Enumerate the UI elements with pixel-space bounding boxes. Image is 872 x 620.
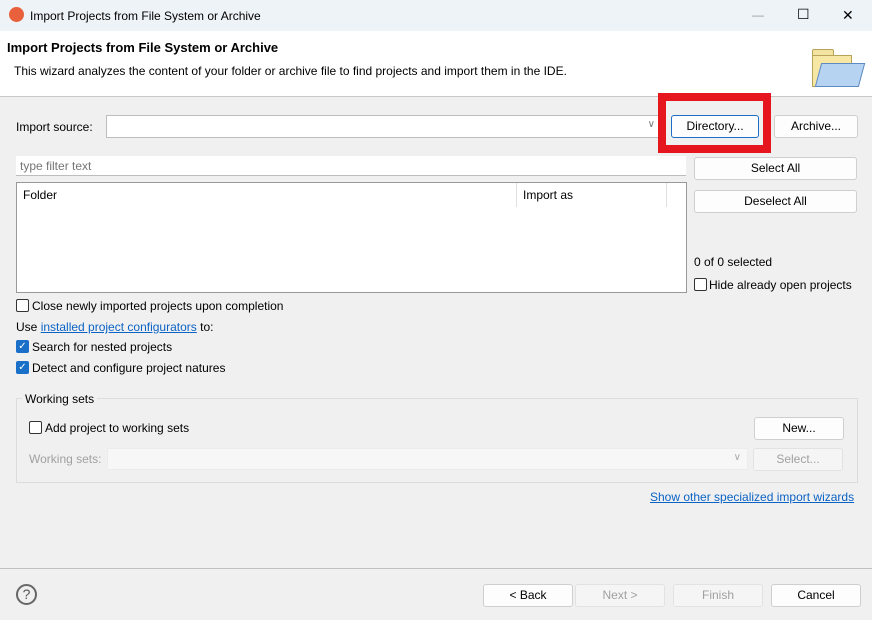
detect-natures-label[interactable]: Detect and configure project natures <box>32 361 225 375</box>
next-button[interactable]: Next > <box>575 584 665 607</box>
footer-divider <box>0 568 872 569</box>
app-icon <box>9 7 24 22</box>
cancel-button[interactable]: Cancel <box>771 584 861 607</box>
hide-open-label[interactable]: Hide already open projects <box>709 278 852 292</box>
close-after-label[interactable]: Close newly imported projects upon compl… <box>32 299 283 313</box>
search-nested-label[interactable]: Search for nested projects <box>32 340 172 354</box>
close-icon[interactable]: ✕ <box>842 7 854 24</box>
working-sets-group-label: Working sets <box>22 392 98 406</box>
selected-count: 0 of 0 selected <box>694 255 773 269</box>
column-header-import-as[interactable]: Import as <box>523 188 573 202</box>
search-nested-checkbox[interactable]: ✓ <box>16 340 29 353</box>
minimize-icon[interactable]: — <box>752 8 764 22</box>
finish-button[interactable]: Finish <box>673 584 763 607</box>
working-sets-label: Working sets: <box>29 452 102 466</box>
back-button[interactable]: < Back <box>483 584 573 607</box>
deselect-all-button[interactable]: Deselect All <box>694 190 857 213</box>
chevron-down-icon[interactable]: ∨ <box>734 452 741 463</box>
page-description: This wizard analyzes the content of your… <box>14 64 567 78</box>
directory-button[interactable]: Directory... <box>671 115 759 138</box>
folder-icon <box>810 49 866 89</box>
projects-table[interactable]: Folder Import as <box>16 182 687 293</box>
column-header-folder[interactable]: Folder <box>23 188 57 202</box>
configurators-link[interactable]: installed project configurators <box>41 320 197 334</box>
import-source-label: Import source: <box>16 120 93 134</box>
new-working-set-button[interactable]: New... <box>754 417 844 440</box>
working-sets-combo[interactable]: ∨ <box>107 448 748 470</box>
chevron-down-icon[interactable]: ∨ <box>648 119 655 130</box>
import-source-combo[interactable]: ∨ <box>106 115 662 138</box>
working-sets-group <box>16 398 858 483</box>
filter-input[interactable] <box>16 156 686 176</box>
close-after-checkbox[interactable] <box>16 299 29 312</box>
detect-natures-checkbox[interactable]: ✓ <box>16 361 29 374</box>
add-working-sets-checkbox[interactable] <box>29 421 42 434</box>
archive-button[interactable]: Archive... <box>774 115 858 138</box>
title-bar: Import Projects from File System or Arch… <box>0 0 872 31</box>
wizard-header: Import Projects from File System or Arch… <box>0 31 872 97</box>
select-working-sets-button[interactable]: Select... <box>753 448 843 471</box>
select-all-button[interactable]: Select All <box>694 157 857 180</box>
use-suffix: to: <box>200 320 214 334</box>
help-icon[interactable]: ? <box>16 584 37 605</box>
use-configurators-line: Use installed project configurators to: <box>16 320 213 334</box>
use-prefix: Use <box>16 320 38 334</box>
window-title: Import Projects from File System or Arch… <box>30 9 261 23</box>
page-title: Import Projects from File System or Arch… <box>7 40 279 55</box>
hide-open-checkbox[interactable] <box>694 278 707 291</box>
other-wizards-link[interactable]: Show other specialized import wizards <box>650 490 854 504</box>
add-working-sets-label[interactable]: Add project to working sets <box>45 421 189 435</box>
maximize-icon[interactable]: ☐ <box>797 6 810 23</box>
